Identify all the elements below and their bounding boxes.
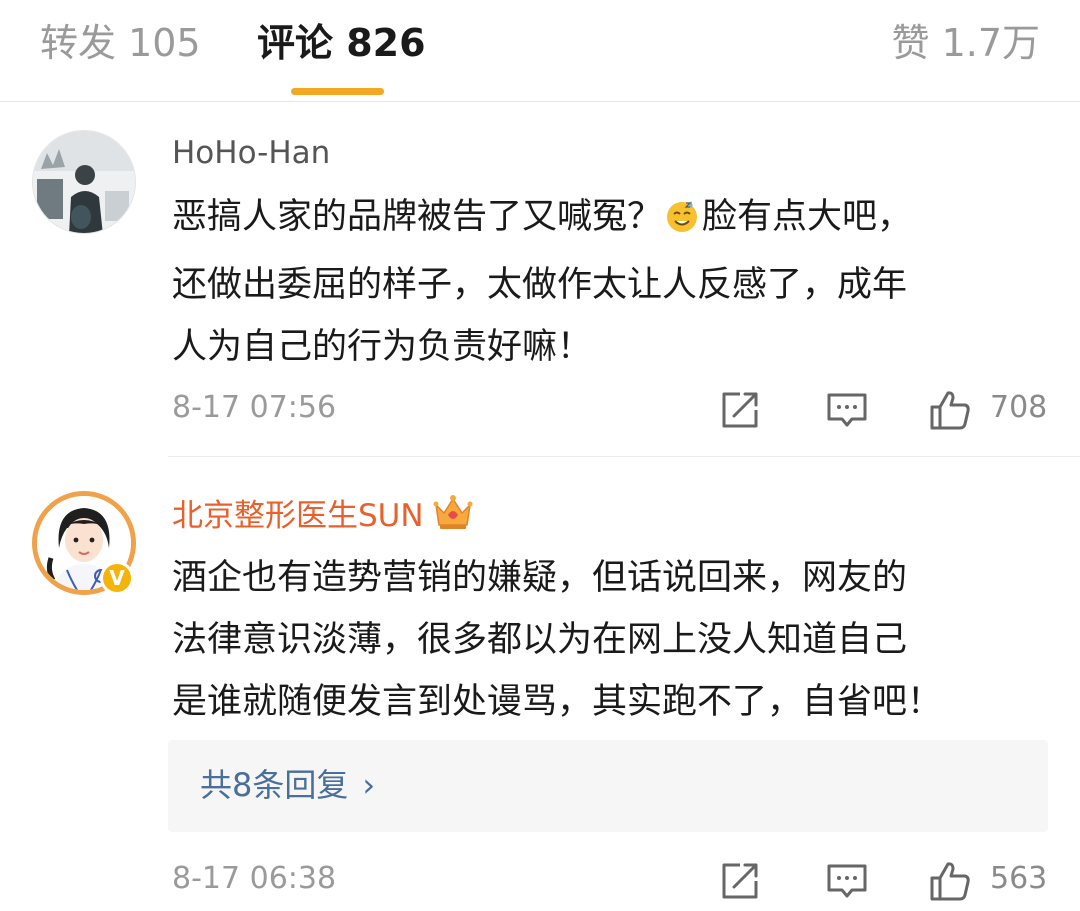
thumbs-up-icon [930, 391, 970, 430]
replies-preview[interactable]: 共8条回复 › [168, 740, 1048, 832]
share-button[interactable] [718, 859, 762, 903]
comment-line: 法律意识淡薄，很多都以为在网上没人知道自己 [172, 620, 908, 660]
like-count: 563 [990, 861, 1048, 896]
comment-line: 恶搞人家的品牌被告了又喊冤？ 脸有点大吧， [172, 186, 1032, 254]
comment-text-segment: 脸有点大吧， [702, 197, 913, 237]
share-icon [722, 392, 758, 428]
tab-reposts[interactable]: 转发 105 [40, 18, 201, 68]
active-tab-indicator [291, 88, 384, 95]
share-button[interactable] [718, 388, 762, 432]
comment-line: 人为自己的行为负责好嘛！ [172, 327, 593, 367]
verified-badge: V [100, 561, 134, 595]
comment-line: 还做出委屈的样子，太做作太让人反感了，成年 [172, 265, 908, 305]
comment-item: HoHo-Han 恶搞人家的品牌被告了又喊冤？ 脸有点大吧， 还做出委屈的样子，太… [0, 102, 1080, 456]
replies-count-text: 共8条回复 [200, 766, 349, 804]
like-count: 708 [990, 390, 1048, 425]
like-button[interactable] [928, 859, 972, 903]
crown-icon [432, 493, 474, 542]
share-icon [722, 863, 758, 899]
tab-likes[interactable]: 赞 1.7万 [891, 18, 1040, 68]
reply-button[interactable] [825, 859, 869, 903]
comment-icon [827, 393, 867, 427]
comment-timestamp: 8-17 07:56 [172, 390, 337, 425]
like-button[interactable] [928, 388, 972, 432]
comment-icon [827, 864, 867, 898]
comment-text: 恶搞人家的品牌被告了又喊冤？ 脸有点大吧， 还做出委屈的样子，太做作太让人反感了，… [172, 186, 1032, 378]
comment-username[interactable]: 北京整形医生SUN [172, 493, 474, 542]
comment-timestamp: 8-17 06:38 [172, 861, 337, 896]
chevron-right-icon: › [362, 766, 376, 804]
comment-tabs: 转发 105 评论 826 赞 1.7万 [0, 0, 1080, 100]
thumbs-up-icon [930, 862, 970, 901]
comment-username[interactable]: HoHo-Han [172, 132, 330, 174]
tab-comments[interactable]: 评论 826 [257, 18, 426, 68]
reply-button[interactable] [825, 388, 869, 432]
comment-line: 是谁就随便发言到处谩骂，其实跑不了，自省吧！ [172, 682, 943, 722]
avatar-image [33, 131, 135, 233]
comment-text-segment: 恶搞人家的品牌被告了又喊冤？ [172, 197, 663, 237]
view-replies-link[interactable]: 共8条回复 › [200, 762, 375, 808]
sweat-smile-emoji-icon [664, 192, 700, 254]
comment-text: 酒企也有造势营销的嫌疑，但话说回来，网友的 法律意识淡薄，很多都以为在网上没人知… [172, 547, 1032, 733]
comment-item: V 北京整形医生SUN 酒企也有造势营销的嫌疑，但话说回来，网友的 法律意识淡薄… [0, 457, 1080, 911]
comment-meta-row: 8-17 07:56 708 [0, 380, 1080, 440]
avatar[interactable] [32, 130, 136, 234]
comment-username-text: 北京整形医生SUN [172, 498, 424, 534]
comment-meta-row: 8-17 06:38 563 [0, 851, 1080, 911]
comment-line: 酒企也有造势营销的嫌疑，但话说回来，网友的 [172, 558, 908, 598]
